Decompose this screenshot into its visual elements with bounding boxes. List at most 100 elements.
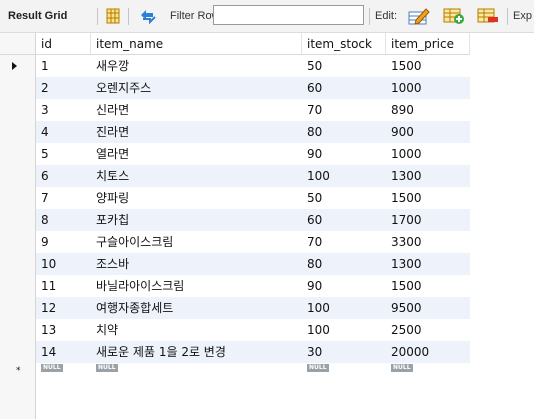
cell-item-stock[interactable]: 60 [302, 77, 386, 99]
table-row[interactable]: 5 열라면 90 1000 [0, 143, 470, 165]
cell-id[interactable]: 8 [36, 209, 91, 231]
cell-item-stock[interactable]: 90 [302, 143, 386, 165]
grid-toggle-icon[interactable] [105, 8, 121, 24]
table-row[interactable]: 12 여행자종합세트 100 9500 [0, 297, 470, 319]
export-label[interactable]: Exp [513, 10, 532, 22]
cell-id[interactable]: 12 [36, 297, 91, 319]
table-row[interactable]: 4 진라면 80 900 [0, 121, 470, 143]
cell-item-name[interactable]: 신라면 [91, 99, 302, 121]
row-indicator[interactable] [0, 165, 36, 187]
table-row[interactable]: 3 신라면 70 890 [0, 99, 470, 121]
row-indicator[interactable] [0, 77, 36, 99]
cell-item-name[interactable]: 바닐라아이스크림 [91, 275, 302, 297]
null-cell-id[interactable]: NULL [36, 363, 91, 385]
cell-item-price[interactable]: 1000 [386, 143, 470, 165]
cell-item-stock[interactable]: 60 [302, 209, 386, 231]
table-row[interactable]: 11 바닐라아이스크림 90 1500 [0, 275, 470, 297]
cell-id[interactable]: 3 [36, 99, 91, 121]
null-cell-item-stock[interactable]: NULL [302, 363, 386, 385]
add-row-icon[interactable] [443, 7, 465, 25]
row-indicator[interactable] [0, 297, 36, 319]
column-header-item-price[interactable]: item_price [386, 33, 470, 55]
table-row[interactable]: 2 오렌지주스 60 1000 [0, 77, 470, 99]
cell-id[interactable]: 10 [36, 253, 91, 275]
row-indicator[interactable] [0, 209, 36, 231]
column-header-id[interactable]: id [36, 33, 91, 55]
cell-item-price[interactable]: 1300 [386, 253, 470, 275]
cell-item-price[interactable]: 1300 [386, 165, 470, 187]
cell-item-price[interactable]: 2500 [386, 319, 470, 341]
table-row[interactable]: 6 치토스 100 1300 [0, 165, 470, 187]
cell-item-price[interactable]: 1500 [386, 55, 470, 77]
cell-item-price[interactable]: 20000 [386, 341, 470, 363]
filter-rows-input[interactable] [213, 5, 364, 25]
cell-id[interactable]: 1 [36, 55, 91, 77]
column-header-item-name[interactable]: item_name [91, 33, 302, 55]
cell-item-stock[interactable]: 80 [302, 253, 386, 275]
null-cell-item-price[interactable]: NULL [386, 363, 470, 385]
cell-item-price[interactable]: 3300 [386, 231, 470, 253]
table-row[interactable]: 9 구슬아이스크림 70 3300 [0, 231, 470, 253]
row-indicator[interactable] [0, 253, 36, 275]
table-row[interactable]: 10 조스바 80 1300 [0, 253, 470, 275]
row-indicator[interactable] [0, 187, 36, 209]
cell-id[interactable]: 7 [36, 187, 91, 209]
cell-item-name[interactable]: 열라면 [91, 143, 302, 165]
row-indicator[interactable] [0, 121, 36, 143]
cell-item-name[interactable]: 조스바 [91, 253, 302, 275]
cell-id[interactable]: 13 [36, 319, 91, 341]
row-indicator[interactable] [0, 55, 36, 77]
cell-item-price[interactable]: 1000 [386, 77, 470, 99]
cell-item-name[interactable]: 구슬아이스크림 [91, 231, 302, 253]
cell-item-stock[interactable]: 50 [302, 55, 386, 77]
cell-item-stock[interactable]: 70 [302, 99, 386, 121]
table-row[interactable]: 8 포카칩 60 1700 [0, 209, 470, 231]
column-header-item-stock[interactable]: item_stock [302, 33, 386, 55]
cell-item-stock[interactable]: 90 [302, 275, 386, 297]
cell-item-price[interactable]: 1500 [386, 275, 470, 297]
refresh-icon[interactable] [138, 7, 158, 25]
delete-row-icon[interactable] [477, 7, 499, 25]
cell-item-stock[interactable]: 30 [302, 341, 386, 363]
cell-item-stock[interactable]: 80 [302, 121, 386, 143]
cell-item-stock[interactable]: 50 [302, 187, 386, 209]
cell-item-price[interactable]: 1500 [386, 187, 470, 209]
cell-id[interactable]: 9 [36, 231, 91, 253]
cell-id[interactable]: 6 [36, 165, 91, 187]
cell-item-name[interactable]: 여행자종합세트 [91, 297, 302, 319]
cell-item-name[interactable]: 양파링 [91, 187, 302, 209]
new-row-placeholder[interactable]: * NULL NULL NULL NULL [0, 363, 470, 385]
row-indicator[interactable] [0, 319, 36, 341]
cell-id[interactable]: 2 [36, 77, 91, 99]
cell-item-stock[interactable]: 70 [302, 231, 386, 253]
table-row[interactable]: 7 양파링 50 1500 [0, 187, 470, 209]
cell-item-stock[interactable]: 100 [302, 319, 386, 341]
table-row[interactable]: 13 치약 100 2500 [0, 319, 470, 341]
cell-id[interactable]: 11 [36, 275, 91, 297]
cell-item-name[interactable]: 치토스 [91, 165, 302, 187]
null-cell-item-name[interactable]: NULL [91, 363, 302, 385]
cell-item-price[interactable]: 900 [386, 121, 470, 143]
row-indicator[interactable] [0, 143, 36, 165]
cell-item-name[interactable]: 진라면 [91, 121, 302, 143]
cell-item-name[interactable]: 새로운 제품 1을 2로 변경 [91, 341, 302, 363]
cell-item-name[interactable]: 새우깡 [91, 55, 302, 77]
edit-row-icon[interactable] [408, 6, 430, 26]
row-indicator[interactable] [0, 341, 36, 363]
cell-item-name[interactable]: 포카칩 [91, 209, 302, 231]
cell-item-price[interactable]: 9500 [386, 297, 470, 319]
cell-item-price[interactable]: 890 [386, 99, 470, 121]
table-row[interactable]: 14 새로운 제품 1을 2로 변경 30 20000 [0, 341, 470, 363]
cell-item-stock[interactable]: 100 [302, 297, 386, 319]
cell-item-price[interactable]: 1700 [386, 209, 470, 231]
row-indicator[interactable] [0, 275, 36, 297]
row-indicator[interactable] [0, 99, 36, 121]
cell-id[interactable]: 14 [36, 341, 91, 363]
cell-id[interactable]: 4 [36, 121, 91, 143]
cell-item-name[interactable]: 치약 [91, 319, 302, 341]
cell-item-stock[interactable]: 100 [302, 165, 386, 187]
cell-item-name[interactable]: 오렌지주스 [91, 77, 302, 99]
result-grid-tab[interactable]: Result Grid [8, 10, 67, 22]
cell-id[interactable]: 5 [36, 143, 91, 165]
row-indicator[interactable] [0, 231, 36, 253]
